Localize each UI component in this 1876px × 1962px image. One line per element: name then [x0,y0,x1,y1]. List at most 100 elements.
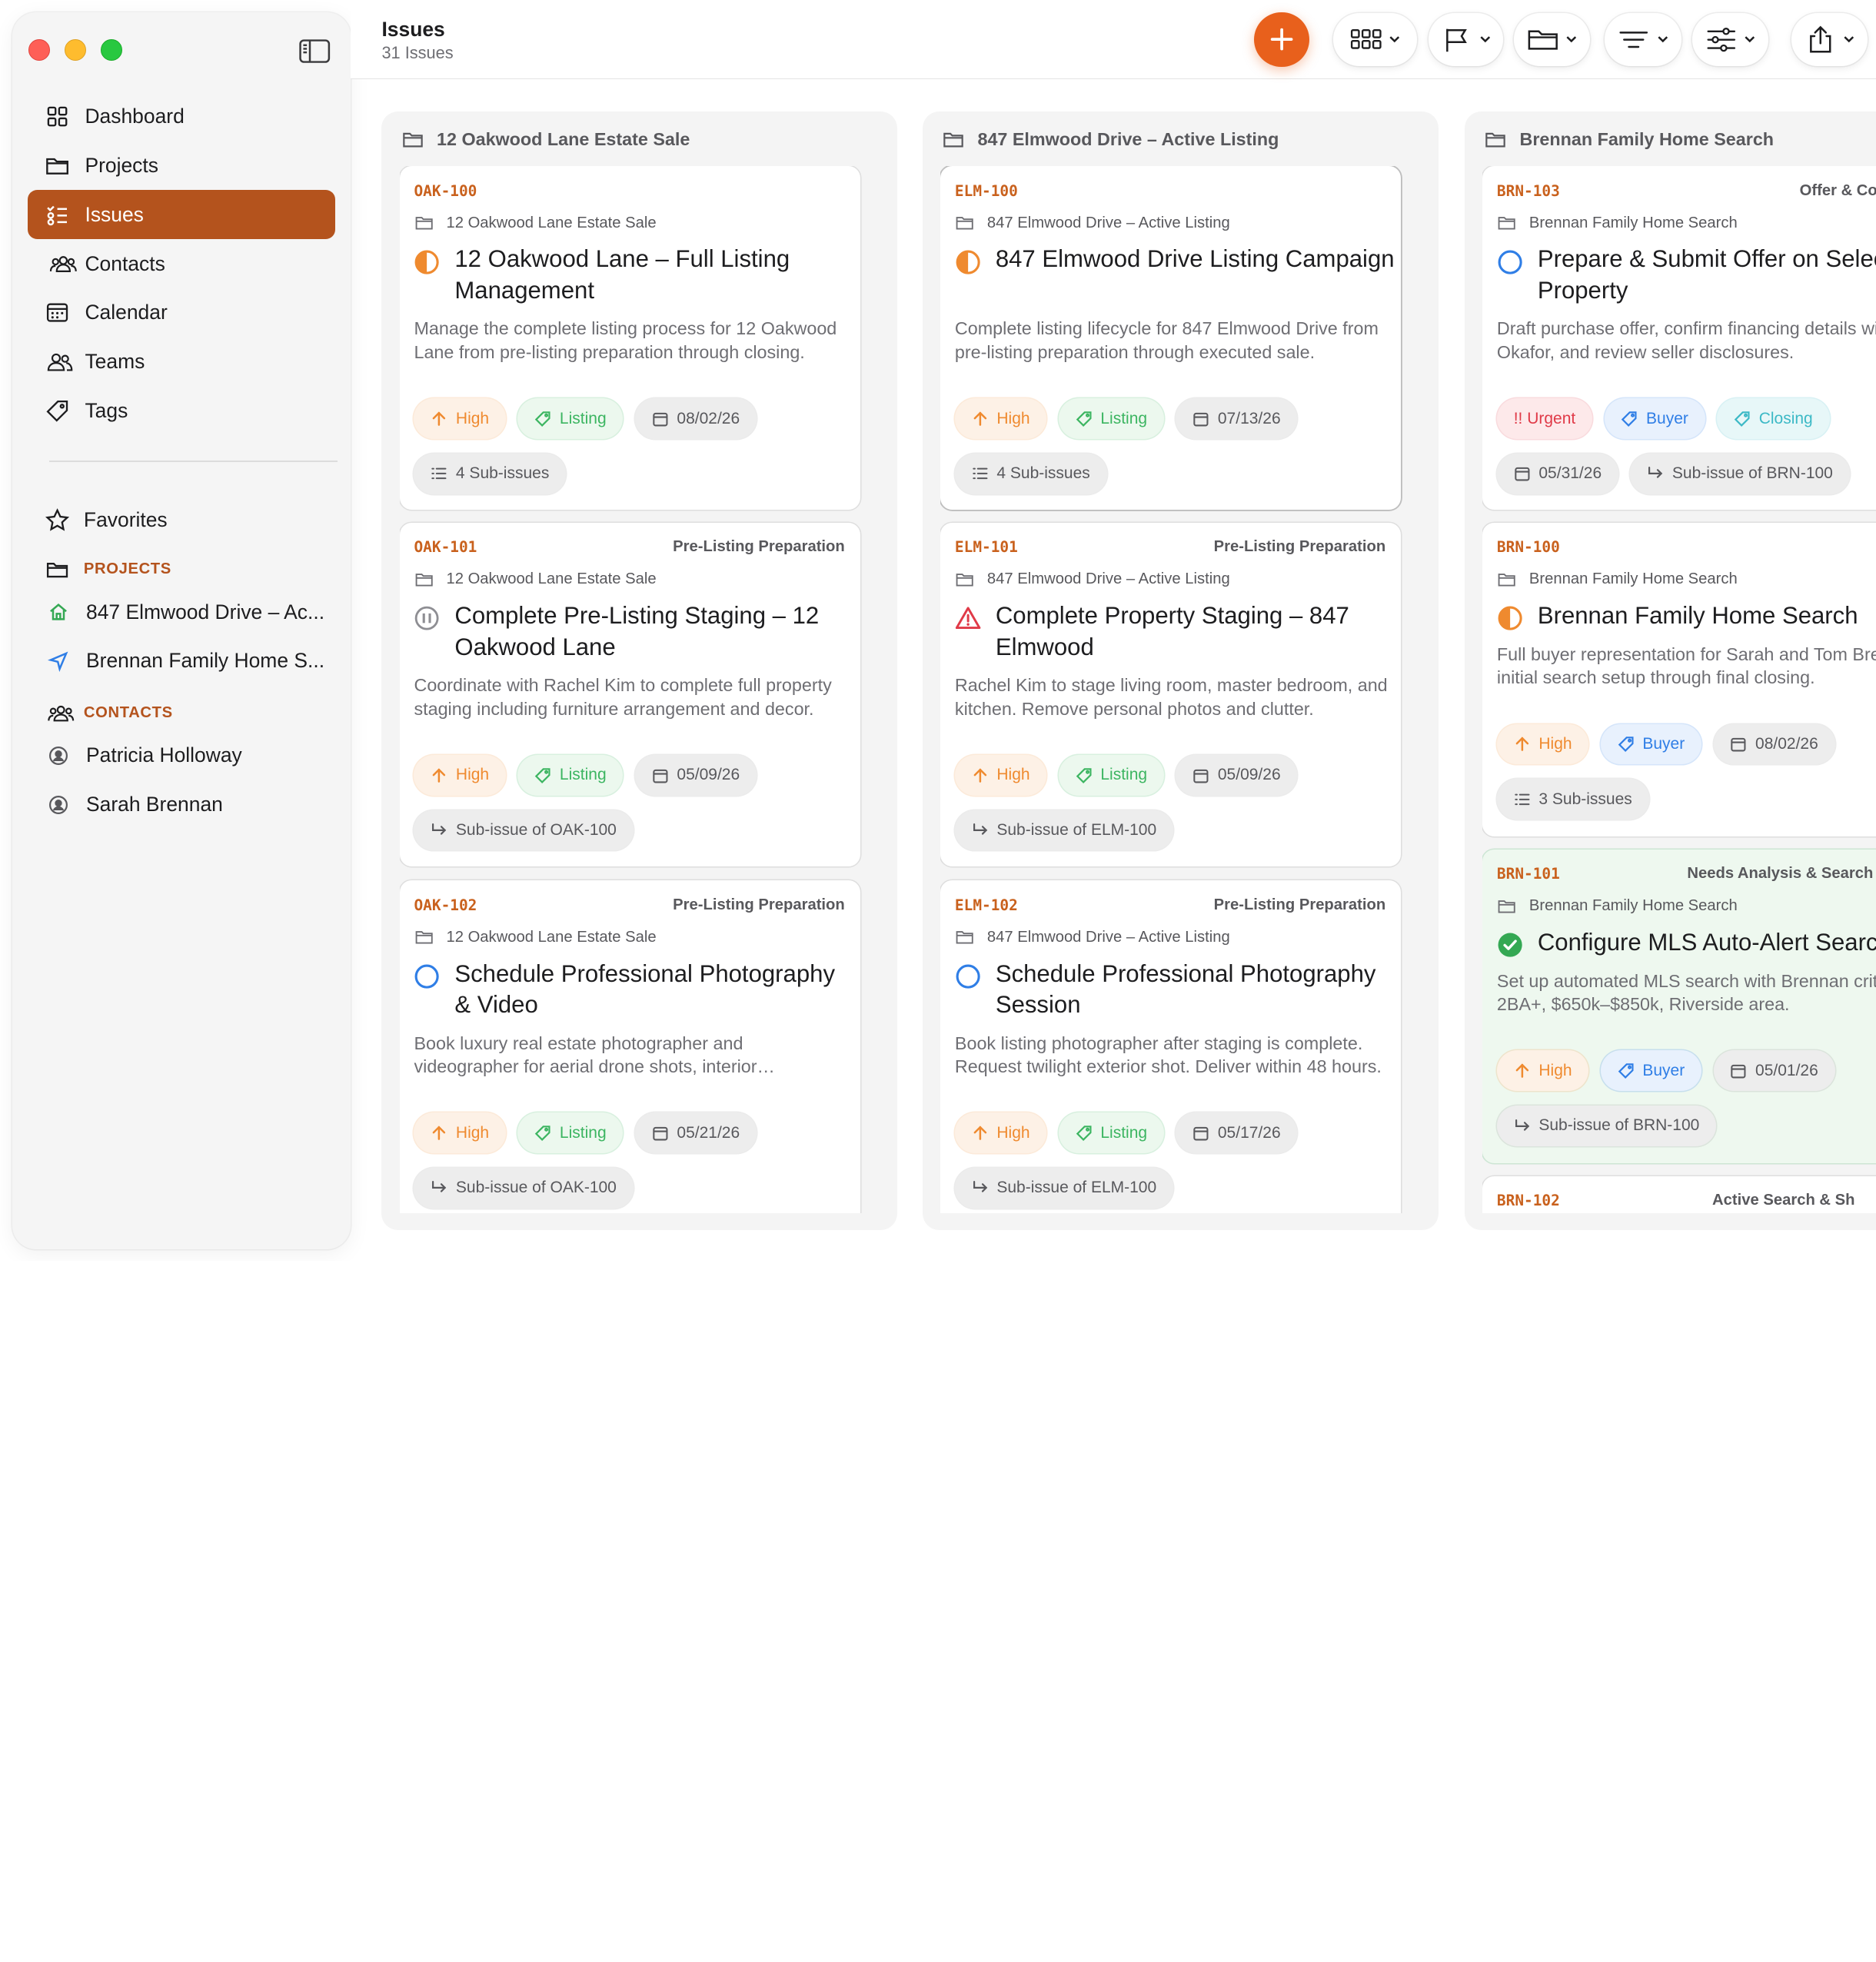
parent-issue-badge[interactable]: Sub-issue of OAK-100 [414,810,634,851]
checkmark-circle-icon[interactable] [1497,932,1523,958]
issue-chips-secondary: Sub-issue of BRN-100 [1496,1106,1717,1146]
sub-issues-badge[interactable]: 4 Sub-issues [414,453,567,494]
warning-triangle-icon[interactable] [955,605,981,631]
due-date-badge[interactable]: 05/31/26 [1496,453,1618,494]
priority-badge[interactable]: High [954,398,1047,440]
due-date-badge[interactable]: 05/09/26 [1176,755,1298,796]
todo-status-icon[interactable] [955,963,981,989]
due-date-badge[interactable]: 07/13/26 [1176,398,1298,440]
priority-badge[interactable]: High [1496,1050,1589,1092]
due-date-label: 05/09/26 [1217,766,1281,784]
column-header: 12 Oakwood Lane Estate Sale [402,129,690,150]
priority-badge[interactable]: High [414,398,506,440]
sidebar-item-dashboard[interactable]: Dashboard [28,92,335,141]
parent-issue-badge[interactable]: Sub-issue of ELM-100 [954,810,1173,851]
priority-badge[interactable]: High [954,755,1047,796]
project-filter-button[interactable] [1513,13,1591,66]
issue-card[interactable]: BRN-102 Active Search & Sh [1482,1176,1876,1214]
due-date-badge[interactable]: 08/02/26 [1713,723,1835,765]
parent-issue-badge[interactable]: Sub-issue of ELM-100 [954,1167,1173,1209]
issue-title: Schedule Professional Photography Sessio… [995,959,1376,1019]
calendar-icon [653,1126,668,1141]
favorite-project-brennan[interactable]: Brennan Family Home S... [45,637,334,686]
issue-project-label: 12 Oakwood Lane Estate Sale [446,214,657,231]
sidebar-item-contacts[interactable]: Contacts [28,239,335,288]
priority-badge[interactable]: High [414,1112,506,1154]
favorite-contact-label: Patricia Holloway [86,743,242,767]
favorites-header[interactable]: Favorites [45,497,334,544]
tag-badge[interactable]: Listing [1058,755,1164,796]
minimize-window-button[interactable] [65,39,87,62]
zoom-window-button[interactable] [100,39,122,62]
view-layout-button[interactable] [1332,13,1417,66]
close-window-button[interactable] [28,39,51,62]
tag-badge[interactable]: Listing [1058,398,1164,440]
issue-card[interactable]: ELM-102 Pre-Listing Preparation 847 Elmw… [940,880,1402,1214]
issue-card[interactable]: OAK-100 12 Oakwood Lane Estate Sale 12 O… [399,166,860,510]
priority-badge[interactable]: !! Urgent [1496,398,1593,440]
tag-label: Listing [1100,409,1148,427]
due-date-badge[interactable]: 08/02/26 [634,398,757,440]
due-date-badge[interactable]: 05/01/26 [1713,1050,1835,1092]
in-progress-status-icon[interactable] [955,249,981,275]
issue-card[interactable]: ELM-100 847 Elmwood Drive – Active Listi… [940,166,1402,510]
issue-card[interactable]: ELM-101 Pre-Listing Preparation 847 Elmw… [940,523,1402,866]
parent-issue-badge[interactable]: Sub-issue of BRN-100 [1630,453,1850,494]
add-issue-button[interactable] [1253,12,1309,68]
tag-badge[interactable]: Listing [1058,1112,1164,1154]
parent-issue-badge[interactable]: Sub-issue of OAK-100 [414,1167,634,1209]
tag-badge[interactable]: Buyer [1600,723,1702,765]
tag-badge[interactable]: Listing [517,398,624,440]
paused-status-icon[interactable] [414,605,440,631]
share-button[interactable] [1791,13,1868,66]
sidebar-item-issues[interactable]: Issues [27,190,335,240]
priority-filter-button[interactable] [1429,13,1503,66]
tag-badge[interactable]: Closing [1717,398,1830,440]
sidebar-toggle-icon[interactable] [299,39,331,64]
display-options-button[interactable] [1691,13,1769,66]
board-column: 847 Elmwood Drive – Active Listing ELM-1… [922,111,1439,1230]
todo-status-icon[interactable] [414,963,440,989]
issue-card[interactable]: BRN-101 Needs Analysis & Search Brennan … [1482,849,1876,1163]
due-date-badge[interactable]: 05/09/26 [634,755,757,796]
issue-card[interactable]: BRN-103 Offer & Co Brennan Family Home S… [1482,166,1876,510]
folder-icon [415,217,433,230]
sidebar-item-tags[interactable]: Tags [28,387,335,436]
sub-issues-badge[interactable]: 3 Sub-issues [1496,779,1649,820]
sidebar-item-teams[interactable]: Teams [28,338,335,387]
todo-status-icon[interactable] [1497,249,1523,275]
issue-title: 12 Oakwood Lane – Full Listing Managemen… [454,245,790,304]
parent-issue-badge[interactable]: Sub-issue of BRN-100 [1496,1106,1717,1146]
sidebar-item-label: Calendar [85,301,168,324]
issue-id: OAK-101 [414,538,477,557]
tag-badge[interactable]: Buyer [1604,398,1705,440]
chevron-down-icon [1658,36,1668,43]
sub-issues-badge[interactable]: 4 Sub-issues [954,453,1107,494]
folder-icon [956,217,974,230]
due-date-badge[interactable]: 05/21/26 [634,1112,757,1154]
issue-card[interactable]: OAK-102 Pre-Listing Preparation 12 Oakwo… [399,880,860,1214]
priority-badge[interactable]: High [954,1112,1047,1154]
board-column: Brennan Family Home Search BRN-103 Offer… [1464,111,1876,1230]
sidebar-item-calendar[interactable]: Calendar [28,288,335,338]
house-icon [50,604,68,620]
in-progress-status-icon[interactable] [1497,605,1523,631]
priority-badge[interactable]: High [414,755,506,796]
arrow-up-icon [1515,737,1528,752]
due-date-badge[interactable]: 05/17/26 [1176,1112,1298,1154]
tag-badge[interactable]: Buyer [1600,1050,1702,1092]
sidebar-item-projects[interactable]: Projects [28,141,335,191]
issue-card[interactable]: OAK-101 Pre-Listing Preparation 12 Oakwo… [399,523,860,866]
in-progress-status-icon[interactable] [414,249,440,275]
issue-card[interactable]: BRN-100 Brennan Family Home Search Brenn… [1482,523,1876,836]
favorite-contact-patricia[interactable]: Patricia Holloway [45,731,334,780]
issue-title: Prepare & Submit Offer on Selected Prope… [1537,245,1876,304]
favorite-contact-sarah[interactable]: Sarah Brennan [45,780,334,830]
favorite-project-elmwood[interactable]: 847 Elmwood Drive – Ac... [45,587,334,637]
tag-badge[interactable]: Listing [517,1112,624,1154]
priority-badge[interactable]: High [1496,723,1589,765]
column-cards: OAK-100 12 Oakwood Lane Estate Sale 12 O… [399,166,897,1214]
plus-icon [1270,28,1293,51]
sort-button[interactable] [1604,13,1681,66]
tag-badge[interactable]: Listing [517,755,624,796]
